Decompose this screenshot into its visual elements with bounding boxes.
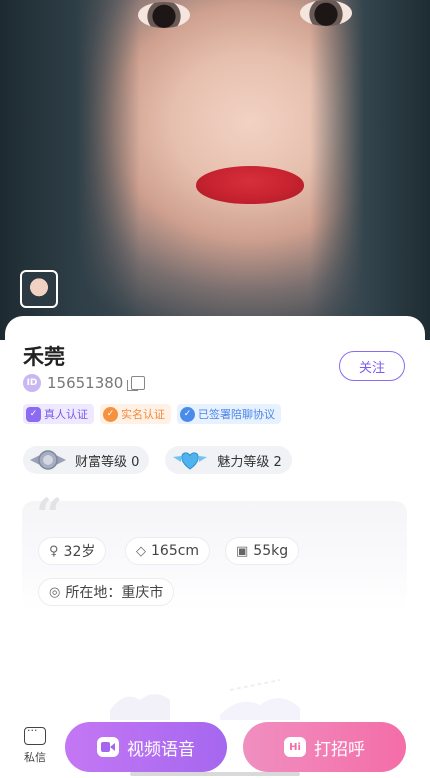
age-value: 32岁 xyxy=(63,544,96,560)
charm-heart-icon xyxy=(169,448,211,472)
height-value: 165cm xyxy=(151,543,200,559)
private-message-button[interactable]: 私信 xyxy=(20,724,50,765)
tag-real-name: ✓ 实名认证 xyxy=(100,404,171,424)
scale-icon: ▣ xyxy=(236,543,249,559)
wealth-badge-icon xyxy=(27,448,69,472)
tag-real-person: ✓ 真人认证 xyxy=(23,404,94,424)
real-name-icon: ✓ xyxy=(103,406,118,422)
video-voice-button[interactable]: 视频语音 xyxy=(65,722,227,772)
photo-eye-right xyxy=(300,0,352,26)
tag-agreement: ✓ 已签署陪聊协议 xyxy=(177,404,281,424)
hi-chat-icon: Hi xyxy=(284,737,306,757)
height-chip: ◇ 165cm xyxy=(125,537,211,565)
id-value: 15651380 xyxy=(47,374,124,392)
wealth-level-label: 财富等级 0 xyxy=(75,454,140,470)
copy-icon[interactable] xyxy=(127,376,146,391)
ruler-icon: ◇ xyxy=(136,543,146,559)
message-icon xyxy=(24,724,46,745)
private-message-label: 私信 xyxy=(24,751,46,764)
wealth-level[interactable]: 财富等级 0 xyxy=(23,446,150,474)
tag-agreement-label: 已签署陪聊协议 xyxy=(198,408,275,421)
photo-lips xyxy=(196,166,304,204)
location-value: 所在地：重庆市 xyxy=(65,585,164,601)
id-row: ID 15651380 xyxy=(23,374,146,392)
photo-hair-right xyxy=(310,0,430,340)
verified-person-icon: ✓ xyxy=(26,406,41,422)
level-badges: 财富等级 0 魅力等级 2 xyxy=(23,446,292,474)
photo-eye-left xyxy=(138,2,190,28)
greet-button[interactable]: Hi 打招呼 xyxy=(243,722,406,772)
charm-level-label: 魅力等级 2 xyxy=(217,454,282,470)
home-indicator[interactable] xyxy=(130,772,300,776)
quote-mark-icon: “ xyxy=(36,488,63,542)
profile-photo[interactable] xyxy=(0,0,430,340)
video-call-icon xyxy=(97,737,119,757)
photo-thumbnail[interactable] xyxy=(20,270,58,308)
tag-real-name-label: 实名认证 xyxy=(121,408,165,421)
gender-icon: ♀ xyxy=(49,543,59,559)
profile-name: 禾莞 xyxy=(23,345,65,369)
weight-value: 55kg xyxy=(253,543,289,559)
age-chip: ♀ 32岁 xyxy=(38,537,107,565)
agreement-icon: ✓ xyxy=(180,406,195,422)
decorative-scenery xyxy=(110,679,300,720)
id-icon: ID xyxy=(23,374,41,392)
greet-label: 打招呼 xyxy=(314,739,365,760)
location-pin-icon: ◎ xyxy=(49,584,61,600)
weight-chip: ▣ 55kg xyxy=(225,537,300,565)
location-chip: ◎ 所在地：重庆市 xyxy=(38,578,175,606)
tag-real-person-label: 真人认证 xyxy=(44,408,88,421)
follow-button[interactable]: 关注 xyxy=(339,351,405,381)
charm-level[interactable]: 魅力等级 2 xyxy=(165,446,292,474)
video-voice-label: 视频语音 xyxy=(127,739,195,760)
verification-tags: ✓ 真人认证 ✓ 实名认证 ✓ 已签署陪聊协议 xyxy=(23,404,281,424)
